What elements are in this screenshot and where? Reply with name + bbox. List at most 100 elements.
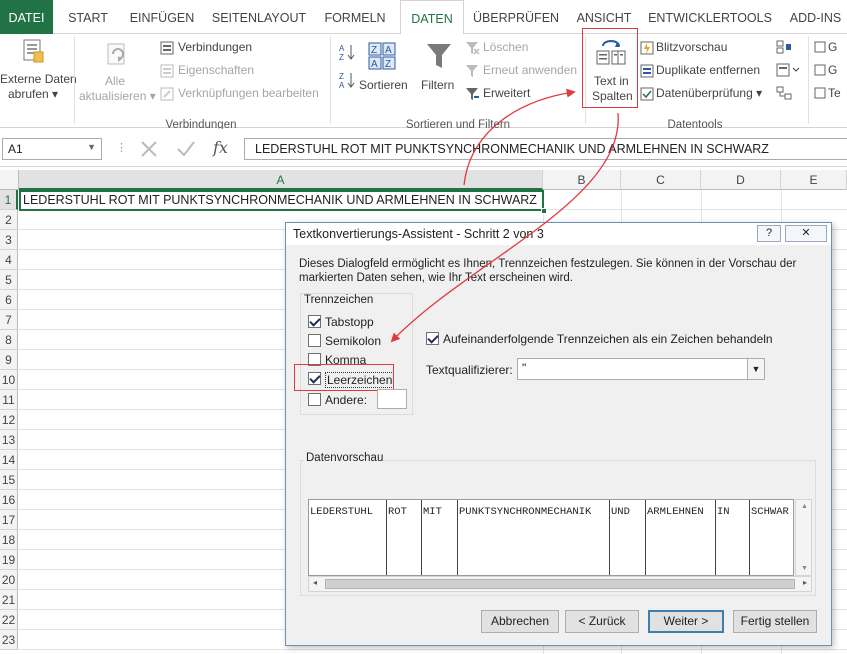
reapply-button[interactable]: Erneut anwenden — [463, 62, 583, 80]
row-header[interactable]: 11 — [0, 390, 18, 410]
tab-addins[interactable]: ADD-INS — [784, 0, 847, 34]
preview-horizontal-scrollbar[interactable]: ◂ ▸ — [308, 576, 812, 592]
cell-a1[interactable]: LEDERSTUHL ROT MIT PUNKTSYNCHRONMECHANIK… — [19, 190, 547, 214]
select-all-corner[interactable] — [0, 170, 19, 190]
consecutive-delimiters-checkbox[interactable] — [426, 332, 439, 345]
row-header[interactable]: 21 — [0, 590, 18, 610]
clear-filter-button[interactable]: Löschen — [463, 39, 583, 57]
semicolon-checkbox[interactable] — [308, 334, 321, 347]
column-header-d[interactable]: D — [701, 170, 781, 190]
row-header[interactable]: 9 — [0, 350, 18, 370]
help-button[interactable]: ? — [757, 225, 781, 242]
external-data-icon — [23, 39, 44, 63]
tab-page-layout[interactable]: SEITENLAYOUT — [209, 0, 309, 34]
flash-fill-icon — [640, 41, 654, 55]
ribbon-tab-bar: DATEI START EINFÜGEN SEITENLAYOUT FORMEL… — [0, 0, 847, 35]
sort-az-icon[interactable]: AZ — [338, 43, 356, 61]
advanced-filter-button[interactable]: Erweitert — [463, 85, 583, 103]
row-header[interactable]: 2 — [0, 210, 18, 230]
row-header[interactable]: 6 — [0, 290, 18, 310]
clear-filter-label: Löschen — [483, 40, 529, 54]
reapply-icon — [466, 65, 478, 77]
row-header[interactable]: 23 — [0, 630, 18, 650]
row-header[interactable]: 8 — [0, 330, 18, 350]
relationships-icon[interactable] — [776, 86, 792, 100]
column-header-a[interactable]: A — [19, 170, 543, 190]
finish-button[interactable]: Fertig stellen — [733, 610, 817, 633]
next-button[interactable]: Weiter > — [648, 610, 724, 633]
row-header[interactable]: 16 — [0, 490, 18, 510]
name-box[interactable]: A1 ▼ — [2, 138, 102, 160]
row-header[interactable]: 14 — [0, 450, 18, 470]
tab-data[interactable]: DATEN — [400, 0, 464, 35]
row-header[interactable]: 7 — [0, 310, 18, 330]
row-header[interactable]: 22 — [0, 610, 18, 630]
other-delimiter-input[interactable] — [377, 389, 407, 409]
tab-checkbox[interactable] — [308, 315, 321, 328]
what-if-icon[interactable] — [776, 63, 800, 77]
flash-fill-button[interactable]: Blitzvorschau — [638, 39, 768, 57]
tab-review[interactable]: ÜBERPRÜFEN — [472, 0, 560, 34]
other-checkbox[interactable] — [308, 393, 321, 406]
tab-insert[interactable]: EINFÜGEN — [124, 0, 200, 34]
remove-duplicates-button[interactable]: Duplikate entfernen — [638, 62, 768, 80]
outline-subtotal-label: Te — [828, 86, 841, 100]
row-header[interactable]: 17 — [0, 510, 18, 530]
svg-text:A: A — [339, 44, 345, 53]
row-header[interactable]: 10 — [0, 370, 18, 390]
tab-formulas[interactable]: FORMELN — [318, 0, 392, 34]
svg-text:Z: Z — [371, 45, 377, 56]
formula-bar: A1 ▼ ⋮ fx LEDERSTUHL ROT MIT PUNKTSYNCHRO… — [0, 129, 847, 167]
insert-function-icon[interactable]: fx — [213, 138, 228, 157]
preview-scroll-thumb[interactable] — [325, 579, 795, 589]
tab-developer[interactable]: ENTWICKLERTOOLS — [646, 0, 774, 34]
sort-za-icon[interactable]: ZA — [338, 71, 356, 89]
data-preview-area[interactable]: LEDERSTUHL ROT MIT PUNKTSYNCHRONMECHANIK… — [308, 499, 794, 576]
row-header[interactable]: 5 — [0, 270, 18, 290]
row-header[interactable]: 15 — [0, 470, 18, 490]
data-validation-button[interactable]: Datenüberprüfung ▾ — [638, 85, 770, 103]
formula-bar-dots-icon[interactable]: ⋮ — [116, 141, 127, 154]
text-to-columns-label-2: Spalten — [592, 89, 633, 103]
refresh-icon — [107, 43, 125, 65]
row-header[interactable]: 13 — [0, 430, 18, 450]
column-header-b[interactable]: B — [543, 170, 621, 190]
text-qualifier-dropdown-icon[interactable]: ▼ — [747, 359, 764, 379]
confirm-entry-icon[interactable] — [176, 140, 196, 158]
row-header[interactable]: 4 — [0, 250, 18, 270]
tab-start[interactable]: START — [60, 0, 116, 34]
connections-button[interactable]: Verbindungen — [158, 39, 328, 57]
row-header[interactable]: 19 — [0, 550, 18, 570]
refresh-all-label-2: aktualisieren ▾ — [79, 89, 156, 103]
text-qualifier-select[interactable]: " ▼ — [517, 358, 765, 380]
row-header[interactable]: 3 — [0, 230, 18, 250]
row-header[interactable]: 18 — [0, 530, 18, 550]
preview-token: UND — [611, 506, 630, 518]
formula-input[interactable]: LEDERSTUHL ROT MIT PUNKTSYNCHRONMECHANIK… — [244, 138, 847, 160]
filter-button[interactable]: Filtern — [418, 38, 460, 112]
close-button[interactable]: ✕ — [785, 225, 827, 242]
name-box-dropdown-icon[interactable]: ▼ — [87, 142, 96, 152]
row-header[interactable]: 1 — [0, 190, 18, 210]
preview-token: ROT — [388, 506, 407, 518]
cancel-entry-icon[interactable] — [140, 140, 158, 158]
advanced-filter-icon — [466, 88, 479, 100]
back-button[interactable]: < Zurück — [565, 610, 639, 633]
consolidate-icon[interactable] — [776, 40, 792, 54]
connections-label: Verbindungen — [178, 40, 253, 54]
cancel-button[interactable]: Abbrechen — [481, 610, 559, 633]
properties-button[interactable]: Eigenschaften — [158, 62, 328, 80]
tab-file[interactable]: DATEI — [0, 0, 53, 34]
column-header-e[interactable]: E — [781, 170, 847, 190]
row-header[interactable]: 20 — [0, 570, 18, 590]
preview-vertical-scrollbar[interactable]: ▲ ▼ — [795, 499, 812, 576]
sort-button[interactable]: Z A A Z Sortieren — [358, 38, 410, 112]
row-header[interactable]: 12 — [0, 410, 18, 430]
external-data-button[interactable]: Externe Daten abrufen ▾ — [0, 34, 77, 114]
edit-links-button[interactable]: Verknüpfungen bearbeiten — [158, 85, 328, 103]
refresh-all-button[interactable]: Alle aktualisieren ▾ — [76, 34, 156, 114]
data-validation-label: Datenüberprüfung ▾ — [656, 86, 763, 100]
fill-handle[interactable] — [541, 208, 547, 214]
text-to-columns-button[interactable]: Text in Spalten — [582, 28, 638, 108]
column-header-c[interactable]: C — [621, 170, 701, 190]
